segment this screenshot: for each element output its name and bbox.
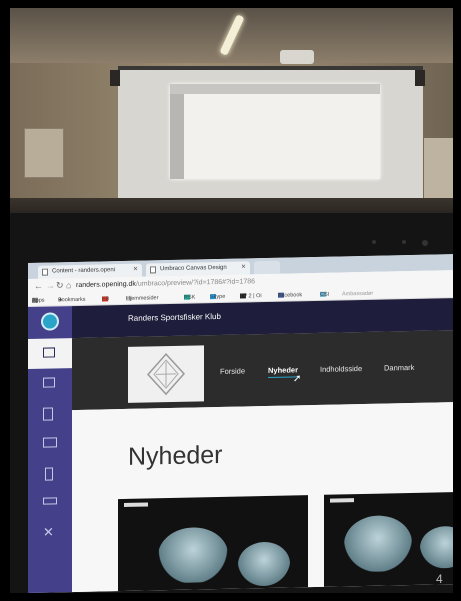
sidebar-item-media[interactable] bbox=[28, 368, 72, 399]
speaker-right bbox=[415, 70, 425, 86]
jellyfish-image bbox=[158, 526, 228, 584]
home-icon[interactable]: ⌂ bbox=[66, 280, 71, 291]
developer-icon bbox=[43, 437, 57, 448]
tab-label: Umbraco Canvas Design bbox=[160, 264, 227, 273]
card-badge bbox=[330, 498, 354, 503]
speaker-left bbox=[110, 70, 120, 86]
members-icon bbox=[43, 497, 57, 505]
sidebar-item-members[interactable] bbox=[28, 488, 72, 519]
tab-label: Content - randers.openi bbox=[52, 267, 116, 275]
close-tab-icon[interactable]: ✕ bbox=[241, 261, 246, 274]
notice-board bbox=[24, 128, 64, 178]
club-crest-icon bbox=[146, 352, 186, 396]
reload-icon[interactable]: ↻ bbox=[56, 280, 64, 291]
camera-dot bbox=[402, 240, 406, 244]
club-logo[interactable] bbox=[128, 345, 204, 403]
wall-poster bbox=[424, 138, 453, 198]
corner-number: 4 bbox=[436, 572, 443, 586]
page-title: Nyheder bbox=[128, 440, 223, 471]
jellyfish-image bbox=[344, 514, 412, 573]
news-card[interactable] bbox=[324, 490, 453, 593]
jellyfish-image bbox=[238, 541, 290, 587]
url-host: randers.opening.dk bbox=[76, 280, 136, 289]
url-path: /umbraco/preview/?id=1786#?id=1786 bbox=[135, 278, 256, 288]
menu-item-indholdsside[interactable]: Indholdsside bbox=[320, 364, 362, 374]
menu-item-forside[interactable]: Forside bbox=[220, 366, 245, 376]
sidebar-item-users[interactable] bbox=[28, 458, 72, 489]
projector bbox=[280, 50, 314, 64]
card-badge bbox=[124, 502, 148, 507]
menu-item-danmark[interactable]: Danmark bbox=[384, 363, 414, 373]
laptop-display: Content - randers.openi ✕ Umbraco Canvas… bbox=[28, 254, 453, 593]
close-icon: ✕ bbox=[43, 524, 54, 540]
forward-icon[interactable]: → bbox=[46, 280, 55, 291]
back-icon[interactable]: ← bbox=[34, 281, 43, 292]
sidebar-item-content[interactable] bbox=[28, 338, 72, 369]
settings-icon bbox=[43, 407, 53, 421]
projected-image bbox=[170, 84, 380, 179]
photograph: Content - randers.openi ✕ Umbraco Canvas… bbox=[10, 8, 453, 593]
content-icon bbox=[43, 347, 55, 358]
document-icon bbox=[42, 268, 48, 276]
media-icon bbox=[43, 377, 55, 388]
users-icon bbox=[45, 467, 53, 481]
umbraco-logo-icon[interactable] bbox=[41, 312, 59, 331]
umbraco-sidebar: ✕ bbox=[28, 306, 72, 593]
site-header: Forside Nyheder Indholdsside Danmark ➚ bbox=[72, 330, 453, 411]
photo-frame: Content - randers.openi ✕ Umbraco Canvas… bbox=[0, 0, 461, 601]
document-icon bbox=[150, 266, 156, 274]
new-tab-button[interactable] bbox=[254, 260, 280, 275]
camera-dot bbox=[372, 240, 376, 244]
site-name: Randers Sportsfisker Klub bbox=[128, 311, 221, 323]
mouse-cursor-icon: ➚ bbox=[293, 373, 302, 385]
sidebar-item-close[interactable]: ✕ bbox=[28, 518, 72, 549]
sidebar-item-settings[interactable] bbox=[28, 398, 72, 429]
webcam bbox=[422, 240, 428, 246]
sidebar-item-developer[interactable] bbox=[28, 428, 72, 459]
jellyfish-image bbox=[420, 525, 453, 569]
news-card[interactable] bbox=[118, 495, 308, 593]
page-content: Nyheder bbox=[72, 402, 453, 593]
close-tab-icon[interactable]: ✕ bbox=[133, 264, 138, 277]
